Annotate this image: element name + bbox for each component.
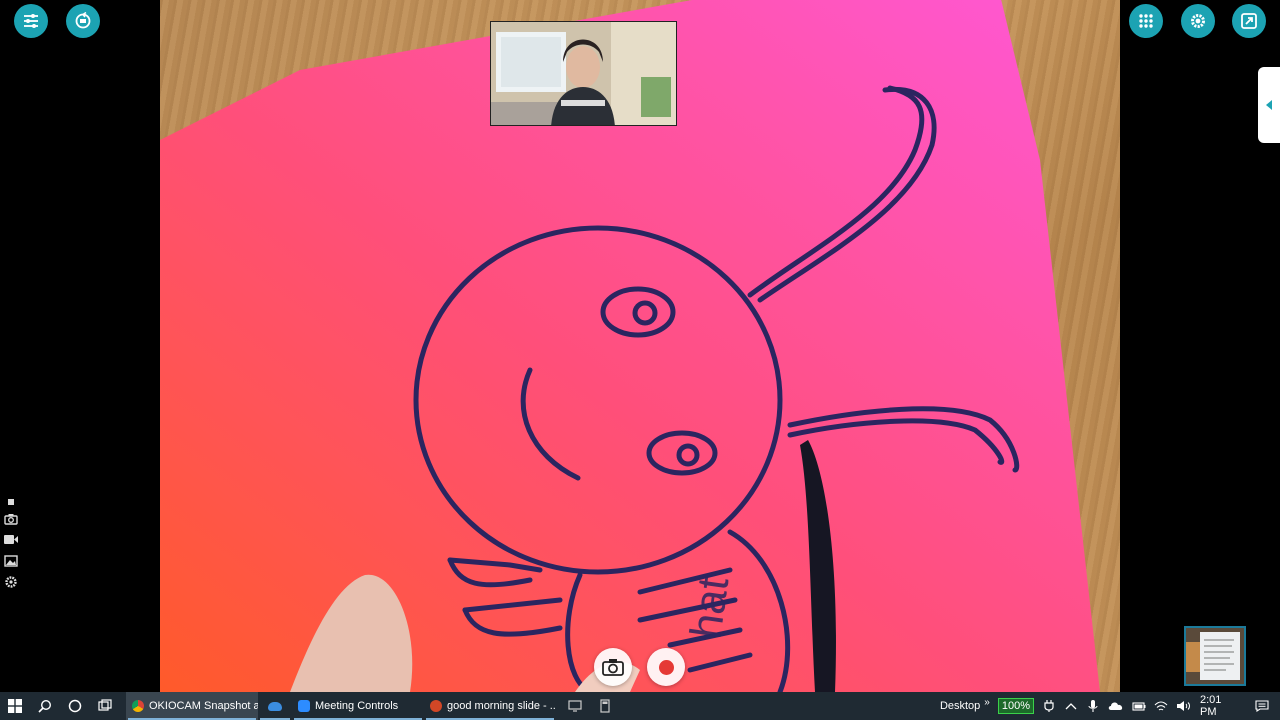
left-video-button[interactable] (0, 529, 22, 550)
desktop-label: Desktop (939, 700, 981, 712)
snapshot-button[interactable] (594, 648, 632, 686)
volume-button[interactable] (1172, 692, 1196, 720)
battery-button[interactable] (1128, 692, 1150, 720)
circle-icon (68, 699, 82, 713)
show-hidden-icons-button[interactable] (1060, 692, 1082, 720)
app-window: hat (0, 0, 1280, 692)
handwritten-word: hat (681, 574, 738, 641)
sliders-icon (24, 14, 38, 28)
apps-grid-button[interactable] (1129, 4, 1163, 38)
chrome-icon (132, 700, 144, 712)
record-button[interactable] (647, 648, 685, 686)
image-icon (4, 554, 18, 567)
start-button[interactable] (0, 692, 30, 720)
microphone-button[interactable] (1082, 692, 1104, 720)
clock-time: 2:01 PM (1200, 694, 1222, 718)
adjust-settings-button[interactable] (14, 4, 48, 38)
snapshot-thumbnail[interactable] (1184, 626, 1246, 686)
powerpoint-icon (430, 700, 442, 712)
expand-icon (1241, 13, 1257, 29)
taskbar-app-label: Meeting Controls (315, 700, 399, 712)
windows-icon (8, 699, 22, 713)
wifi-icon (1154, 701, 1168, 711)
camera-icon (602, 659, 624, 676)
settings-button[interactable] (1181, 4, 1215, 38)
task-view-icon (98, 699, 112, 711)
desktop-toolbar[interactable]: Desktop » (936, 692, 994, 720)
action-center-button[interactable] (1244, 692, 1280, 720)
taskbar-app-display[interactable] (560, 692, 590, 720)
monitor-icon (568, 700, 582, 712)
power-button[interactable] (1038, 692, 1060, 720)
rotate-camera-button[interactable] (66, 4, 100, 38)
chevron-up-icon (1065, 703, 1077, 710)
onedrive-tray-button[interactable] (1104, 692, 1128, 720)
thumbnail-image (1186, 628, 1244, 684)
pin-icon (8, 499, 14, 505)
gear-icon (1191, 14, 1205, 28)
record-icon (658, 659, 674, 675)
taskbar-app-okiocam[interactable]: OKIOCAM Snapshot a... (126, 692, 258, 720)
gear-icon (5, 575, 17, 588)
camera-icon (4, 513, 18, 525)
taskbar-app-label: good morning slide - ... (447, 700, 556, 712)
battery-icon (1132, 701, 1146, 711)
cloud-icon (1108, 702, 1123, 710)
onedrive-icon (268, 701, 282, 711)
clock[interactable]: 2:01 PM (1196, 692, 1244, 720)
self-view-image (491, 22, 676, 125)
left-toolbar (0, 496, 22, 598)
system-tray: Desktop » 100% 2:01 PM (936, 692, 1280, 720)
taskbar-app-calculator[interactable] (590, 692, 620, 720)
taskbar-app-label: OKIOCAM Snapshot a... (149, 700, 258, 712)
rotate-icon (75, 11, 91, 29)
side-panel-toggle[interactable] (1258, 67, 1280, 143)
zoom-icon (298, 700, 310, 712)
grid-icon (1139, 14, 1153, 28)
windows-taskbar: OKIOCAM Snapshot a... Meeting Controls g… (0, 692, 1280, 720)
wifi-button[interactable] (1150, 692, 1172, 720)
taskbar-app-powerpoint[interactable]: good morning slide - ... (424, 692, 556, 720)
plug-icon (1044, 700, 1054, 712)
taskbar-app-meeting-controls[interactable]: Meeting Controls (292, 692, 424, 720)
calculator-icon (600, 699, 610, 713)
speaker-icon (1177, 701, 1190, 711)
cortana-button[interactable] (60, 692, 90, 720)
microphone-icon (1088, 700, 1098, 712)
notification-icon (1255, 700, 1269, 712)
taskbar-app-onedrive[interactable] (258, 692, 292, 720)
search-icon (38, 699, 52, 713)
battery-meter[interactable]: 100% (994, 692, 1038, 720)
pin-button[interactable] (0, 496, 22, 508)
task-view-button[interactable] (90, 692, 120, 720)
chevron-left-icon (1266, 100, 1272, 110)
search-button[interactable] (30, 692, 60, 720)
video-icon (4, 535, 18, 544)
expand-button[interactable] (1232, 4, 1266, 38)
desktop-chevron: » (984, 696, 990, 708)
left-snapshot-button[interactable] (0, 508, 22, 529)
battery-percent: 100% (997, 698, 1034, 714)
left-gallery-button[interactable] (0, 550, 22, 571)
self-view-video[interactable] (490, 21, 677, 126)
left-settings-button[interactable] (0, 571, 22, 592)
